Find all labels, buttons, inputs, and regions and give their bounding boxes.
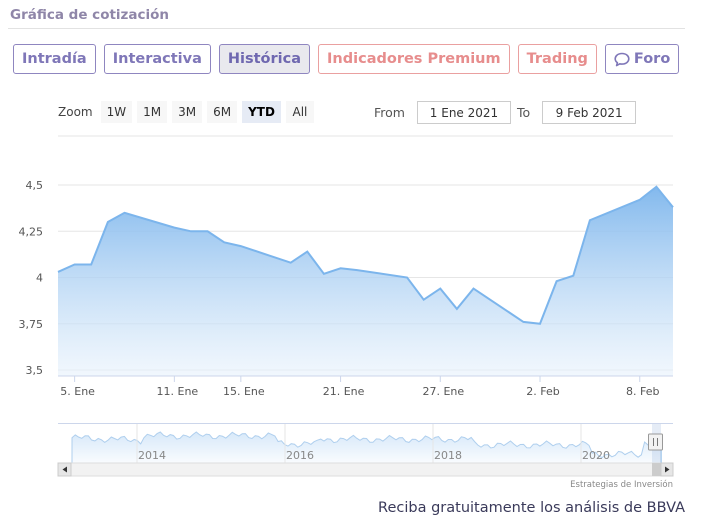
y-tick-label: 4 — [36, 272, 43, 285]
navigator: 2014 2016 2018 2020 Estrategias de Inversió… — [57, 423, 674, 490]
x-tick-label: 11. Ene — [157, 385, 199, 398]
scrollbar-thumb[interactable] — [652, 463, 661, 476]
x-tick-label: 8. Feb — [626, 385, 659, 398]
price-area — [58, 186, 673, 376]
y-tick-label: 4,25 — [19, 225, 44, 238]
y-axis-labels: 3,5 3,75 4 4,25 4,5 — [19, 179, 44, 377]
x-axis-ticks: 5. Ene 11. Ene 15. Ene 21. Ene 27. Ene 2. Feb… — [60, 376, 660, 398]
navigator-year-label: 2018 — [434, 449, 462, 462]
x-tick-label: 21. Ene — [323, 385, 365, 398]
x-tick-label: 27. Ene — [422, 385, 464, 398]
navigator-year-label: 2020 — [582, 449, 610, 462]
scroll-right-button[interactable] — [660, 462, 674, 477]
y-tick-label: 3,5 — [26, 364, 44, 377]
chart-credit: Estrategias de Inversión — [570, 479, 673, 490]
navigator-year-label: 2014 — [138, 449, 166, 462]
x-tick-label: 5. Ene — [60, 385, 95, 398]
x-tick-label: 2. Feb — [526, 385, 559, 398]
y-tick-label: 3,75 — [19, 318, 44, 331]
y-tick-label: 4,5 — [26, 179, 44, 192]
navigator-scrollbar[interactable] — [57, 462, 674, 477]
x-tick-label: 15. Ene — [223, 385, 265, 398]
navigator-handle-right[interactable] — [648, 433, 663, 451]
navigator-year-label: 2016 — [286, 449, 314, 462]
scroll-left-button[interactable] — [57, 462, 72, 477]
price-chart: 3,5 3,75 4 4,25 4,5 5. Ene 11. Ene 15. Ene 21. … — [19, 135, 674, 490]
footer-link[interactable]: Reciba gratuitamente los análisis de BBV… — [378, 500, 685, 516]
